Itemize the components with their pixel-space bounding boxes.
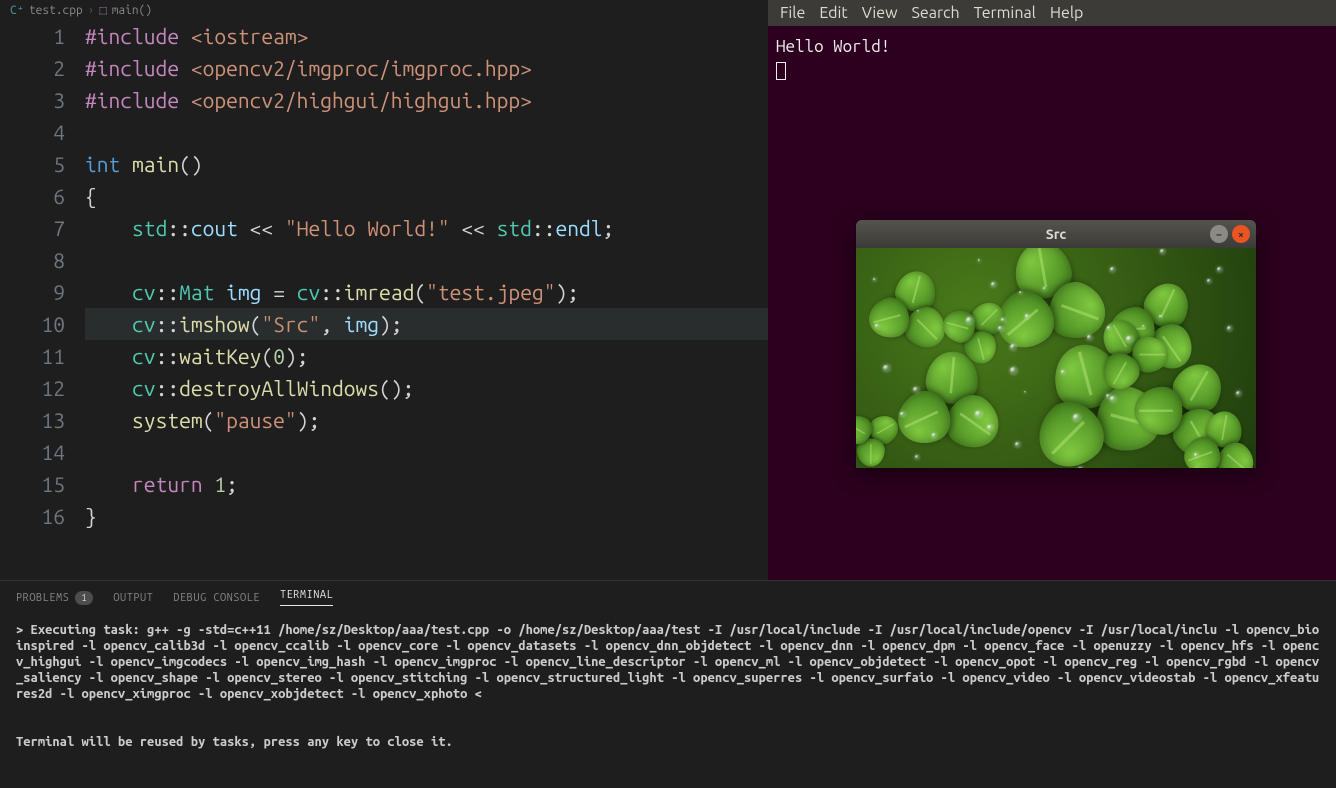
line-number: 12 — [0, 372, 65, 404]
line-number: 1 — [0, 20, 65, 52]
terminal-menubar: File Edit View Search Terminal Help — [768, 0, 1336, 26]
terminal-line: Hello World! — [776, 36, 1328, 58]
breadcrumb-file[interactable]: test.cpp — [29, 4, 83, 17]
line-number: 8 — [0, 244, 65, 276]
terminal-menu-view[interactable]: View — [862, 4, 898, 22]
bottom-panel: PROBLEMS 1 OUTPUT DEBUG CONSOLE TERMINAL… — [0, 580, 1336, 788]
line-number: 11 — [0, 340, 65, 372]
cv-window-controls: – × — [1210, 225, 1250, 243]
tab-output[interactable]: OUTPUT — [113, 589, 153, 606]
cpp-file-icon: C⁺ — [10, 3, 24, 17]
tab-problems[interactable]: PROBLEMS 1 — [16, 589, 93, 606]
line-number: 4 — [0, 116, 65, 148]
breadcrumb-separator: › — [88, 4, 95, 17]
line-number: 16 — [0, 500, 65, 532]
terminal-menu-search[interactable]: Search — [912, 4, 960, 22]
breadcrumb-symbol[interactable]: main() — [112, 4, 152, 17]
cv-image-content — [856, 248, 1256, 468]
terminal-output[interactable]: > Executing task: g++ -g -std=c++11 /hom… — [0, 614, 1336, 758]
line-number: 2 — [0, 52, 65, 84]
cv-window-title: Src — [1046, 226, 1066, 242]
line-number: 10 — [0, 308, 65, 340]
line-number: 6 — [0, 180, 65, 212]
line-number: 9 — [0, 276, 65, 308]
opencv-image-window[interactable]: Src – × — [856, 220, 1256, 468]
cv-window-titlebar[interactable]: Src – × — [856, 220, 1256, 248]
tab-terminal[interactable]: TERMINAL — [280, 589, 333, 606]
terminal-menu-terminal[interactable]: Terminal — [974, 4, 1036, 22]
line-number: 13 — [0, 404, 65, 436]
line-number: 15 — [0, 468, 65, 500]
tab-problems-label: PROBLEMS — [16, 592, 69, 604]
minimize-button[interactable]: – — [1210, 225, 1228, 243]
symbol-icon: ⬚ — [99, 3, 106, 17]
problems-badge: 1 — [75, 591, 93, 605]
terminal-menu-edit[interactable]: Edit — [819, 4, 847, 22]
close-button[interactable]: × — [1232, 225, 1250, 243]
terminal-menu-help[interactable]: Help — [1050, 4, 1084, 22]
terminal-body[interactable]: Hello World! — [768, 26, 1336, 90]
line-number-gutter: 12345678910111213141516 — [0, 20, 85, 580]
tab-debug-console[interactable]: DEBUG CONSOLE — [173, 589, 260, 606]
terminal-menu-file[interactable]: File — [780, 4, 805, 22]
line-number: 5 — [0, 148, 65, 180]
line-number: 3 — [0, 84, 65, 116]
terminal-cursor — [776, 62, 786, 80]
line-number: 14 — [0, 436, 65, 468]
panel-tabs: PROBLEMS 1 OUTPUT DEBUG CONSOLE TERMINAL — [0, 581, 1336, 614]
line-number: 7 — [0, 212, 65, 244]
